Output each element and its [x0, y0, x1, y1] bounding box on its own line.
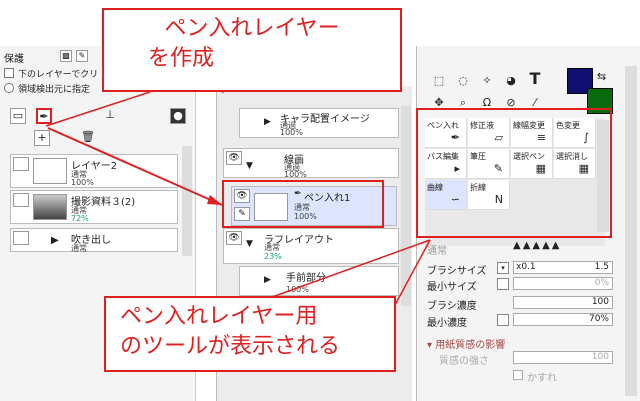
callout-pointer-top [45, 91, 151, 127]
callout-top-line-1: ペン入れレイヤー [164, 16, 340, 41]
callout-top-line-2: を作成 [148, 46, 215, 71]
callout-bottom: ペン入れレイヤー用 のツールが表示される [104, 296, 396, 372]
arrow-to-pen-layer [47, 127, 223, 206]
callout-top: ペン入れレイヤー を作成 [102, 8, 402, 92]
callout-pointer-bottom-right [394, 239, 431, 306]
arrow-head [207, 195, 222, 205]
callout-bottom-line-2: のツールが表示される [120, 334, 341, 359]
callout-bottom-line-1: ペン入れレイヤー用 [120, 304, 318, 329]
